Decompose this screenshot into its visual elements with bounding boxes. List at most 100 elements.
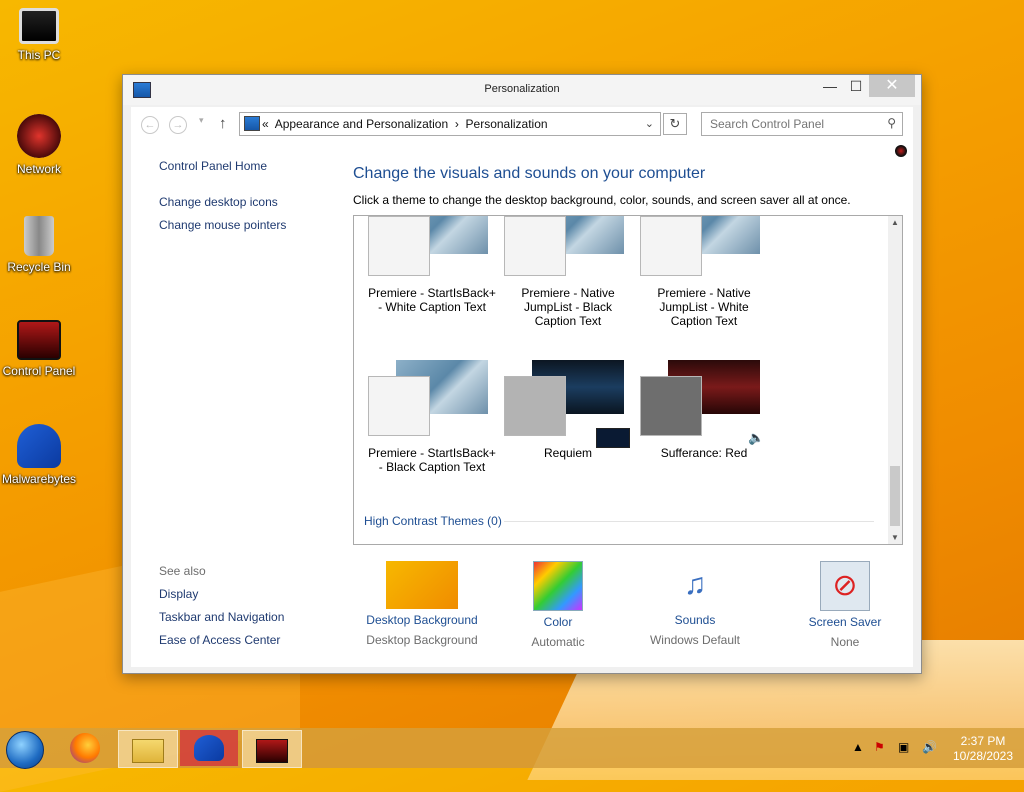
theme-thumbnail xyxy=(504,360,632,448)
display-link[interactable]: Display xyxy=(159,587,198,601)
clock-time: 2:37 PM xyxy=(960,734,1006,748)
breadcrumb-overflow[interactable]: « xyxy=(262,117,269,131)
malwarebytes-icon xyxy=(17,424,61,468)
theme-thumbnail xyxy=(368,360,496,446)
desktop-icon-label: Malwarebytes xyxy=(1,472,77,486)
screen-saver-icon: ⊘ xyxy=(820,561,870,611)
theme-item[interactable]: 🔈 Sufferance: Red xyxy=(640,360,768,460)
network-tray-icon[interactable]: ▣ xyxy=(898,740,909,754)
taskbar-malwarebytes[interactable] xyxy=(180,730,238,766)
theme-name: Premiere - Native JumpList - Black Capti… xyxy=(521,286,615,328)
desktop-icon-network[interactable]: Network xyxy=(0,114,78,176)
recent-locations-chevron-icon[interactable]: ▾ xyxy=(199,115,204,126)
theme-item[interactable]: Premiere - StartIsBack+ - White Caption … xyxy=(368,216,496,314)
desktop-icon-label: Network xyxy=(16,162,61,176)
taskbar-firefox[interactable] xyxy=(58,730,112,766)
close-button[interactable]: ✕ xyxy=(869,75,915,97)
network-icon xyxy=(17,114,61,158)
personalization-window: Personalization — ☐ ✕ ← → ▾ ↑ « Appearan… xyxy=(122,74,922,674)
sounds-value: Windows Default xyxy=(649,633,741,647)
color-setting[interactable]: Color Automatic xyxy=(503,561,613,649)
theme-item[interactable]: Premiere - Native JumpList - White Capti… xyxy=(640,216,768,328)
page-title: Change the visuals and sounds on your co… xyxy=(353,165,706,182)
theme-list: Premiere - StartIsBack+ - White Caption … xyxy=(353,215,903,545)
desktop-icon-this-pc[interactable]: This PC xyxy=(0,8,78,62)
theme-thumbnail xyxy=(640,216,768,286)
theme-name: Premiere - StartIsBack+ - Black Caption … xyxy=(368,446,496,474)
desktop-icon-label: This PC xyxy=(17,48,61,62)
theme-item[interactable]: Requiem xyxy=(504,360,632,460)
folder-icon xyxy=(132,739,164,763)
search-icon[interactable]: ⚲ xyxy=(887,116,896,130)
taskbar-file-explorer[interactable] xyxy=(118,730,178,768)
change-mouse-pointers-link[interactable]: Change mouse pointers xyxy=(159,218,286,232)
desktop-background-icon xyxy=(386,561,458,609)
malwarebytes-icon xyxy=(194,735,224,761)
screen-saver-link[interactable]: Screen Saver xyxy=(785,615,905,629)
theme-thumbnail: 🔈 xyxy=(640,360,768,446)
theme-name: Premiere - StartIsBack+ - White Caption … xyxy=(368,286,496,314)
divider xyxy=(504,521,874,522)
maximize-button[interactable]: ☐ xyxy=(841,75,871,97)
scroll-down-icon[interactable]: ▼ xyxy=(891,533,899,542)
control-panel-icon xyxy=(244,116,260,131)
chevron-down-icon[interactable]: ⌄ xyxy=(645,117,654,130)
firefox-icon xyxy=(70,733,100,763)
desktop-icon-control-panel[interactable]: Control Panel xyxy=(0,320,78,378)
title-bar[interactable]: Personalization — ☐ ✕ xyxy=(123,75,921,105)
taskbar-navigation-link[interactable]: Taskbar and Navigation xyxy=(159,610,284,624)
theme-name: Sufferance: Red xyxy=(660,446,748,460)
action-center-flag-icon[interactable]: ⚑ xyxy=(874,740,885,754)
change-desktop-icons-link[interactable]: Change desktop icons xyxy=(159,195,278,209)
desktop-background-setting[interactable]: Desktop Background Desktop Background xyxy=(357,561,487,647)
sounds-setting[interactable]: ♫ Sounds Windows Default xyxy=(635,561,755,647)
theme-item[interactable]: Premiere - StartIsBack+ - Black Caption … xyxy=(368,360,496,474)
desktop-background-value: Desktop Background xyxy=(366,633,478,647)
desktop-background-link[interactable]: Desktop Background xyxy=(357,613,487,627)
navigation-bar: ← → ▾ ↑ « Appearance and Personalization… xyxy=(131,107,913,137)
color-value: Automatic xyxy=(531,635,585,649)
control-panel-icon xyxy=(256,739,288,763)
color-palette-icon xyxy=(533,561,583,611)
page-subtitle: Click a theme to change the desktop back… xyxy=(353,193,851,207)
forward-arrow-icon[interactable]: → xyxy=(169,116,187,134)
breadcrumb-personalization[interactable]: Personalization xyxy=(466,117,548,131)
start-button[interactable] xyxy=(6,731,44,769)
theme-name: Premiere - Native JumpList - White Capti… xyxy=(657,286,751,328)
screen-saver-setting[interactable]: ⊘ Screen Saver None xyxy=(785,561,905,649)
control-panel-home-link[interactable]: Control Panel Home xyxy=(159,159,267,173)
speaker-icon: 🔈 xyxy=(748,430,765,445)
desktop-icon-label: Recycle Bin xyxy=(7,260,71,274)
monitor-icon xyxy=(19,8,59,44)
search-input[interactable] xyxy=(702,113,882,135)
help-icon[interactable] xyxy=(895,145,907,157)
desktop-icon-label: Control Panel xyxy=(2,364,76,378)
up-arrow-icon[interactable]: ↑ xyxy=(219,115,227,132)
theme-thumbnail xyxy=(368,216,496,286)
sounds-link[interactable]: Sounds xyxy=(635,613,755,627)
volume-icon[interactable]: 🔊 xyxy=(922,740,937,754)
address-bar[interactable]: « Appearance and Personalization › Perso… xyxy=(239,112,661,136)
color-link[interactable]: Color xyxy=(503,615,613,629)
scrollbar-thumb[interactable] xyxy=(890,466,900,526)
high-contrast-themes-header[interactable]: High Contrast Themes (0) xyxy=(364,514,502,528)
content-area: Control Panel Home Change desktop icons … xyxy=(131,137,913,667)
scrollbar[interactable]: ▲ ▼ xyxy=(888,216,902,544)
theme-item[interactable]: Premiere - Native JumpList - Black Capti… xyxy=(504,216,632,328)
breadcrumb-appearance[interactable]: Appearance and Personalization xyxy=(275,117,448,131)
search-box[interactable]: ⚲ xyxy=(701,112,903,136)
ease-of-access-link[interactable]: Ease of Access Center xyxy=(159,633,280,647)
taskbar: ▲ ⚑ ▣ 🔊 2:37 PM 10/28/2023 xyxy=(0,728,1024,769)
theme-thumbnail xyxy=(504,216,632,286)
system-clock[interactable]: 2:37 PM 10/28/2023 xyxy=(948,734,1018,764)
see-also-heading: See also xyxy=(159,564,206,578)
back-arrow-icon[interactable]: ← xyxy=(141,116,159,134)
refresh-icon[interactable]: ↻ xyxy=(663,113,687,135)
scroll-up-icon[interactable]: ▲ xyxy=(891,218,899,227)
show-hidden-icons-chevron-icon[interactable]: ▲ xyxy=(852,740,864,754)
taskbar-control-panel[interactable] xyxy=(242,730,302,768)
desktop-icon-recycle-bin[interactable]: Recycle Bin xyxy=(0,216,78,274)
window-title: Personalization xyxy=(484,83,560,95)
breadcrumb-separator[interactable]: › xyxy=(455,117,459,131)
desktop-icon-malwarebytes[interactable]: Malwarebytes xyxy=(0,424,78,486)
